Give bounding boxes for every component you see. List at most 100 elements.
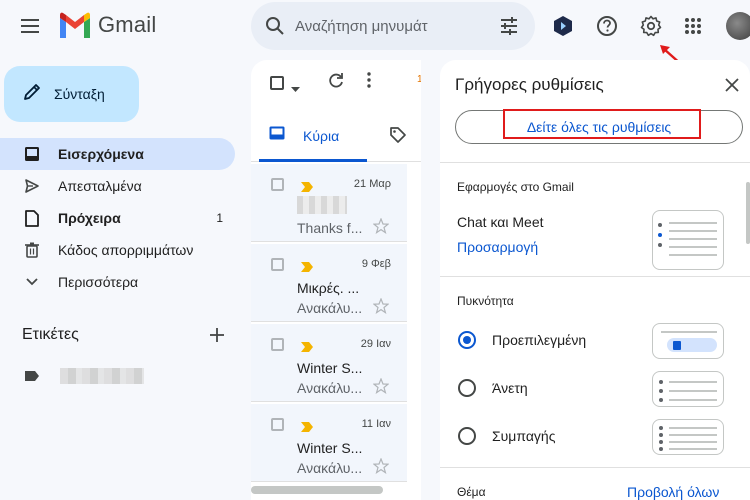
divider [440,276,750,277]
row-snippet: Ανακάλυ... [297,460,363,476]
divider [440,162,750,163]
sidebar-item-drafts[interactable]: Πρόχειρα 1 [0,202,235,234]
mail-row[interactable]: 9 Φεβ Μικρές. ... Ανακάλυ... [251,244,407,322]
redacted-label-name [60,368,144,384]
sidebar-item-inbox[interactable]: Εισερχόμενα [0,138,235,170]
horizontal-scrollbar[interactable] [251,486,383,494]
list-toolbar: 1 [251,60,421,104]
main-menu-icon[interactable] [18,14,42,38]
quick-settings-scrollbar[interactable] [746,182,750,244]
row-sender: Winter S... [297,440,363,456]
row-date: 11 Ιαν [361,418,391,430]
density-compact-radio[interactable] [458,427,476,445]
compose-button[interactable]: Σύνταξη [4,66,139,122]
star-icon[interactable] [372,297,390,319]
chevron-down-icon [22,272,42,292]
density-default-preview-icon [652,323,724,359]
sidebar-item-sent[interactable]: Απεσταλμένα [0,170,235,202]
star-icon[interactable] [372,457,390,479]
row-snippet: Ανακάλυ... [297,300,363,316]
mail-row[interactable]: 11 Ιαν Winter S... Ανακάλυ... [251,404,407,482]
gmail-m-icon [60,12,90,38]
star-icon[interactable] [372,377,390,399]
importance-marker-icon[interactable] [301,419,313,437]
row-checkbox[interactable] [271,418,284,431]
importance-marker-icon[interactable] [301,259,313,277]
send-icon [22,176,42,196]
search-bar[interactable] [251,2,535,50]
theme-section-heading: Θέμα [457,485,486,499]
row-sender: Μικρές. ... [297,280,360,296]
annotation-highlight-box [503,109,701,139]
pagination-marker-icon: 1 [417,74,421,85]
quick-settings-title: Γρήγορες ρυθμίσεις [455,75,604,94]
importance-marker-icon[interactable] [301,179,313,197]
gmail-logo[interactable]: Gmail [58,12,156,38]
sidebar-item-label: Εισερχόμενα [58,146,144,162]
density-option-label: Προεπιλεγμένη [492,332,587,348]
help-icon[interactable] [595,14,619,38]
drafts-count: 1 [216,211,223,225]
sidebar-label-item[interactable] [22,364,232,388]
density-default-radio[interactable] [458,331,476,349]
row-checkbox[interactable] [271,178,284,191]
search-input[interactable] [295,14,490,38]
draft-icon [22,208,42,228]
density-section-heading: Πυκνότητα [457,294,514,308]
refresh-icon[interactable] [327,72,345,95]
sidebar-item-more[interactable]: Περισσότερα [0,266,235,298]
label-tag-icon [24,369,40,387]
sidebar-item-label: Κάδος απορριμμάτων [58,242,194,258]
density-comfortable-radio[interactable] [458,379,476,397]
view-all-themes-link[interactable]: Προβολή όλων [627,484,719,500]
density-option-label: Άνετη [492,380,528,396]
select-all-checkbox[interactable] [270,76,284,90]
row-date: 21 Μαρ [353,178,391,190]
density-compact-preview-icon [652,419,724,455]
promotions-tag-icon[interactable] [389,126,407,149]
labels-heading: Ετικέτες [22,326,79,343]
select-caret-icon[interactable] [291,79,300,97]
tab-primary[interactable]: Κύρια [259,112,367,162]
row-checkbox[interactable] [271,258,284,271]
inbox-icon [22,144,42,164]
row-snippet: Ανακάλυ... [297,380,363,396]
apps-section-heading: Εφαρμογές στο Gmail [457,180,574,194]
density-option-label: Συμπαγής [492,428,556,444]
row-sender: Winter S... [297,360,363,376]
settings-gear-icon[interactable] [639,14,663,38]
importance-marker-icon[interactable] [301,339,313,357]
inbox-tab-icon [269,126,285,145]
mail-list-panel: 1 Κύρια 21 Μαρ Thanks f... 9 Φεβ Μικρές.… [251,60,421,500]
pencil-icon [22,82,42,107]
star-icon[interactable] [372,217,390,239]
sidebar-item-label: Απεσταλμένα [58,178,142,194]
sidebar-item-trash[interactable]: Κάδος απορριμμάτων [0,234,235,266]
row-checkbox[interactable] [271,338,284,351]
app-name: Gmail [98,12,157,37]
row-date: 9 Φεβ [361,258,391,270]
customize-link[interactable]: Προσαρμογή [457,239,538,255]
close-icon[interactable] [722,75,742,95]
search-options-icon[interactable] [499,16,519,41]
trash-icon [22,240,42,260]
compose-label: Σύνταξη [54,86,105,102]
account-avatar[interactable] [726,12,750,40]
mail-row[interactable]: 29 Ιαν Winter S... Ανακάλυ... [251,324,407,402]
category-tabs: Κύρια [251,112,421,162]
chat-meet-preview-icon [652,210,724,270]
quick-settings-panel: Γρήγορες ρυθμίσεις Δείτε όλες τις ρυθμίσ… [440,60,750,500]
density-comfortable-preview-icon [652,371,724,407]
extension-icon[interactable] [551,14,575,38]
divider [440,467,750,468]
tab-primary-label: Κύρια [303,127,340,144]
mail-row[interactable]: 21 Μαρ Thanks f... [251,164,407,242]
top-bar: Gmail [0,0,750,66]
apps-grid-icon[interactable] [681,14,705,38]
more-vert-icon[interactable] [367,72,371,93]
redacted-sender [297,196,347,214]
plus-icon[interactable] [207,325,227,345]
search-icon[interactable] [265,16,285,41]
sidebar-item-label: Πρόχειρα [58,210,121,226]
chat-meet-label: Chat και Meet [457,214,544,230]
